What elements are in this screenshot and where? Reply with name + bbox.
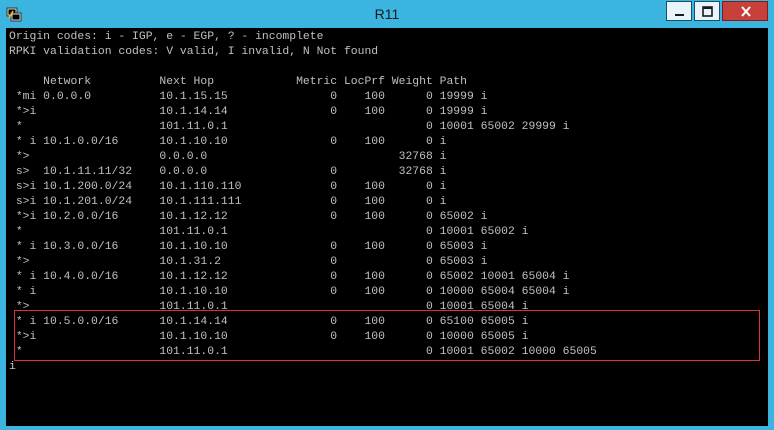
- minimize-icon: [675, 14, 684, 16]
- terminal-window: R11 Origin codes: i - IGP, e - EGP, ? -: [0, 0, 774, 430]
- wrapped-line: i: [9, 361, 16, 373]
- table-header: Network Next Hop Metric LocPrf Weight Pa…: [9, 76, 467, 88]
- route-row: *>i 10.2.0.0/16 10.1.12.12 0 100 0 65002…: [9, 211, 488, 223]
- close-icon: [741, 6, 751, 17]
- route-row: *mi 0.0.0.0 10.1.15.15 0 100 0 19999 i: [9, 91, 488, 103]
- route-row: s> 10.1.11.11/32 0.0.0.0 0 32768 i: [9, 166, 447, 178]
- route-row: s>i 10.1.201.0/24 10.1.111.111 0 100 0 i: [9, 196, 447, 208]
- route-row: *>i 10.1.14.14 0 100 0 19999 i: [9, 106, 488, 118]
- maximize-button[interactable]: [694, 1, 720, 21]
- window-bottom-border: [6, 426, 768, 430]
- origin-codes-line: Origin codes: i - IGP, e - EGP, ? - inco…: [9, 31, 324, 43]
- minimize-button[interactable]: [666, 1, 692, 21]
- route-row: * i 10.1.0.0/16 10.1.10.10 0 100 0 i: [9, 136, 447, 148]
- route-row: * 101.11.0.1 0 10001 65002 i: [9, 226, 529, 238]
- route-row: * 101.11.0.1 0 10001 65002 29999 i: [9, 121, 570, 133]
- terminal-output[interactable]: Origin codes: i - IGP, e - EGP, ? - inco…: [6, 28, 768, 426]
- close-button[interactable]: [722, 1, 768, 21]
- route-row: s>i 10.1.200.0/24 10.1.110.110 0 100 0 i: [9, 181, 447, 193]
- title-bar[interactable]: R11: [0, 0, 774, 28]
- route-row: * i 10.1.10.10 0 100 0 10000 65004 65004…: [9, 286, 570, 298]
- route-row: *> 0.0.0.0 32768 i: [9, 151, 447, 163]
- route-row: * i 10.3.0.0/16 10.1.10.10 0 100 0 65003…: [9, 241, 488, 253]
- window-title: R11: [374, 6, 400, 22]
- highlight-box: [14, 310, 760, 361]
- rpki-codes-line: RPKI validation codes: V valid, I invali…: [9, 46, 379, 58]
- route-row: * i 10.4.0.0/16 10.1.12.12 0 100 0 65002…: [9, 271, 570, 283]
- maximize-icon: [702, 6, 713, 17]
- route-row: *> 10.1.31.2 0 0 65003 i: [9, 256, 488, 268]
